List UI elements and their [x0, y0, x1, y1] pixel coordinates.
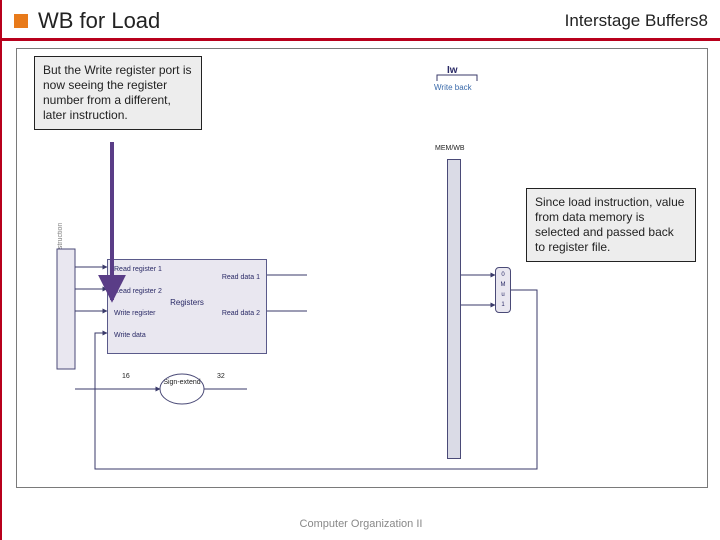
slide-subtitle: Interstage Buffers: [565, 11, 699, 31]
page-number: 8: [699, 11, 708, 31]
callout-right: Since load instruction, value from data …: [526, 188, 696, 262]
callout-left: But the Write register port is now seein…: [34, 56, 202, 130]
title-underline: [2, 38, 720, 41]
slide-root: WB for Load Interstage Buffers 8: [0, 0, 720, 540]
slide-footer: Computer Organization II: [2, 518, 720, 530]
title-bullet-icon: [14, 14, 28, 28]
title-row: WB for Load Interstage Buffers 8: [14, 8, 708, 34]
slide-title: WB for Load: [38, 8, 565, 34]
